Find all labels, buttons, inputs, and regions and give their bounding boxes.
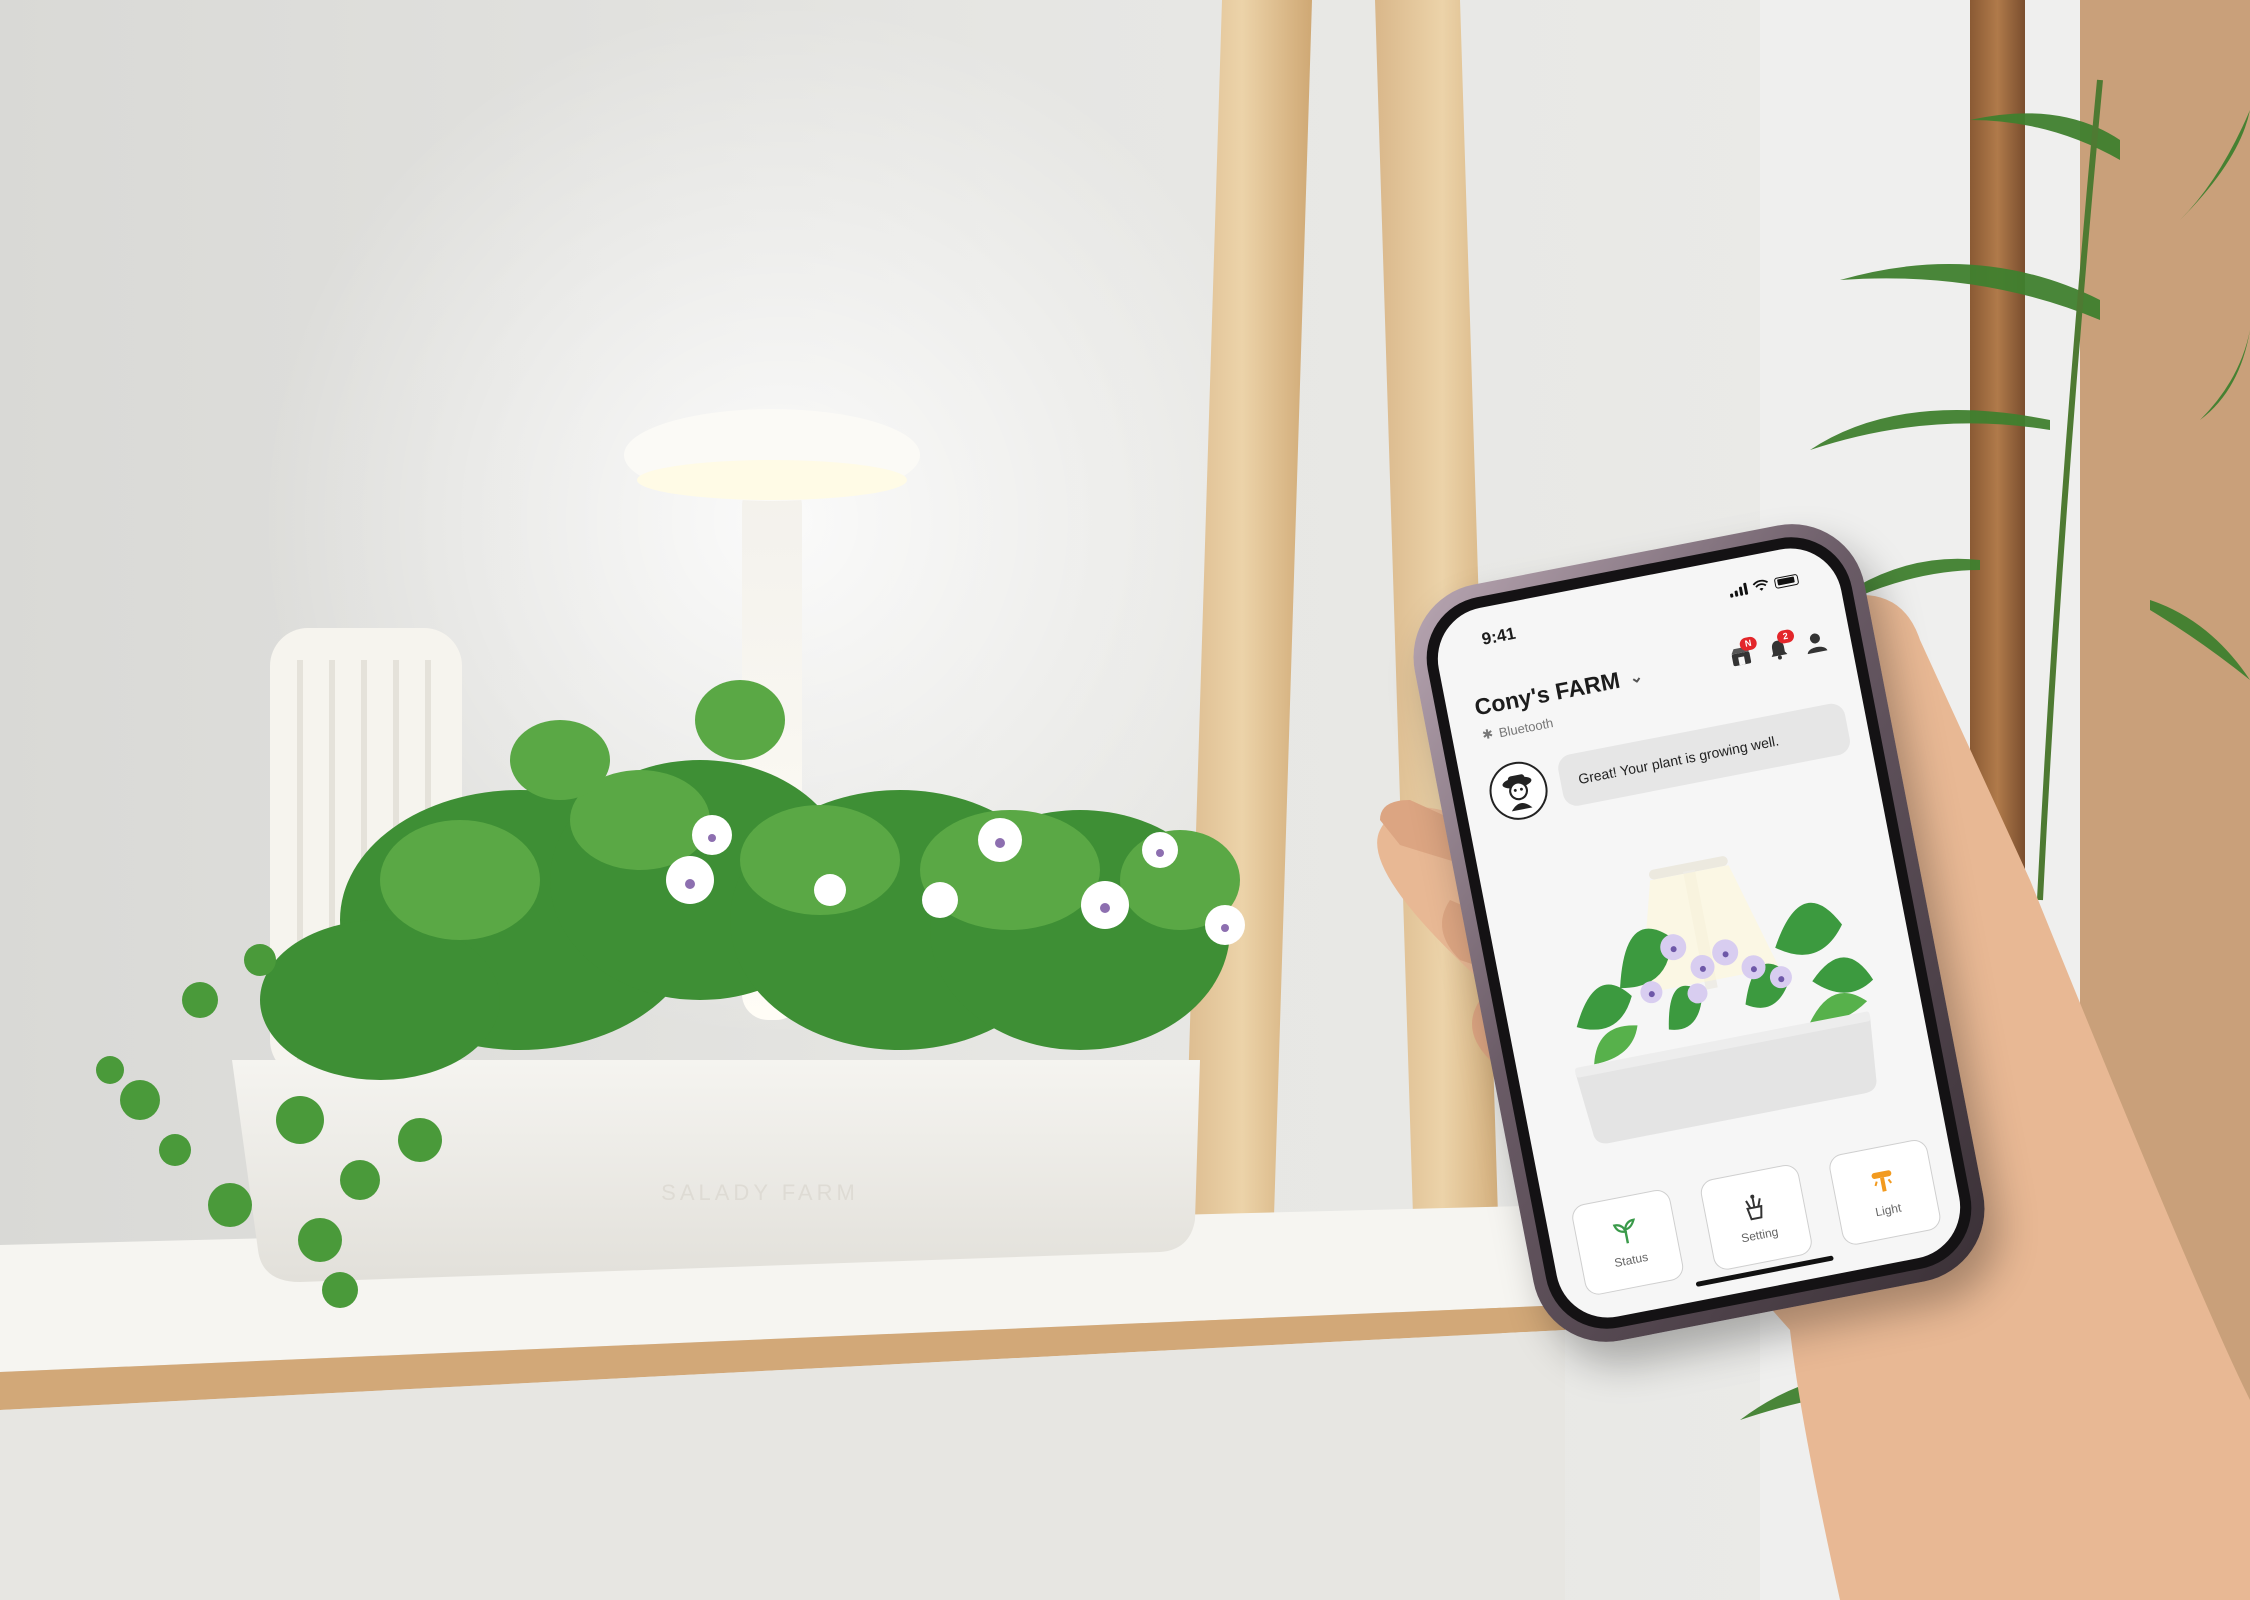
status-label: Status — [1613, 1249, 1650, 1271]
connection-label: Bluetooth — [1497, 714, 1555, 740]
status-button[interactable]: Status — [1569, 1187, 1686, 1297]
setting-label: Setting — [1740, 1224, 1780, 1246]
bluetooth-icon: ✱ — [1480, 725, 1495, 743]
farmer-character-icon — [1502, 774, 1533, 812]
planter-graphic — [1575, 856, 1877, 1144]
status-icons — [1728, 573, 1800, 598]
profile-button[interactable] — [1803, 629, 1829, 655]
lamp-icon — [1871, 1170, 1893, 1192]
planter-illustration — [1504, 808, 1921, 1172]
photo-background: SALADY FARM — [0, 0, 2250, 1600]
sprout-icon — [1612, 1218, 1636, 1244]
wifi-icon — [1752, 579, 1769, 591]
signal-icon — [1728, 582, 1749, 598]
message-bubble: Great! Your plant is growing well. — [1555, 701, 1853, 809]
farm-name: Cony's FARM — [1472, 666, 1622, 721]
status-time: 9:41 — [1480, 623, 1518, 649]
setting-button[interactable]: Setting — [1698, 1162, 1815, 1272]
notifications-button[interactable]: 2 — [1765, 628, 1796, 662]
avatar — [1484, 756, 1553, 825]
plant-pot-icon — [1745, 1194, 1763, 1221]
store-badge: N — [1738, 635, 1758, 652]
chevron-down-icon: ⌄ — [1627, 667, 1645, 687]
light-button[interactable]: Light — [1827, 1137, 1943, 1247]
user-icon — [1807, 632, 1828, 654]
battery-icon — [1773, 573, 1800, 589]
header-actions: N 2 — [1728, 628, 1829, 670]
store-button[interactable]: N — [1728, 635, 1758, 670]
light-label: Light — [1874, 1200, 1903, 1220]
svg-text:SALADY FARM: SALADY FARM — [661, 1180, 859, 1205]
farm-selector[interactable]: Cony's FARM ⌄ — [1472, 662, 1645, 721]
notification-badge: 2 — [1775, 628, 1796, 645]
